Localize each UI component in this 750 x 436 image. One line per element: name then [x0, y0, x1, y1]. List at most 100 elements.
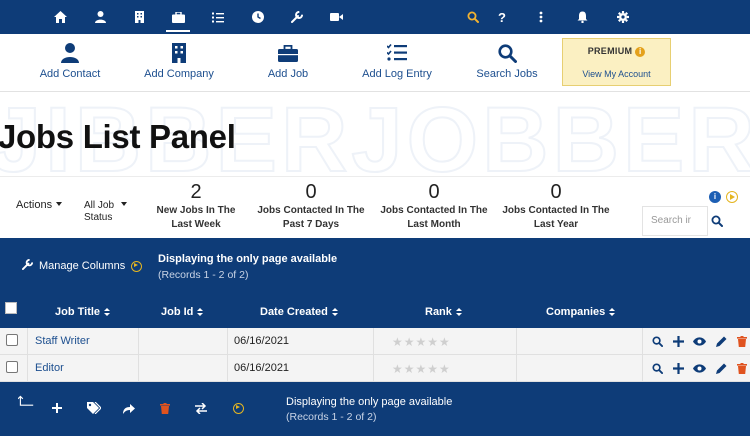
- top-nav: ?: [0, 0, 750, 34]
- table-footer: [0, 382, 750, 436]
- stat-label: Jobs Contacted In The Past 7 Days: [257, 205, 365, 230]
- bell-icon[interactable]: [568, 0, 596, 34]
- plus-icon[interactable]: [671, 334, 685, 348]
- stat-value: 0: [305, 181, 317, 203]
- search-jobs-label: Search Jobs: [476, 68, 538, 80]
- search-icon: [497, 42, 517, 64]
- search-icon[interactable]: [650, 334, 664, 348]
- trash-icon[interactable]: [735, 361, 749, 375]
- stat-label: New Jobs In The Last Week: [156, 205, 236, 230]
- col-rank[interactable]: Rank: [425, 306, 462, 318]
- pencil-icon[interactable]: [714, 361, 728, 375]
- corner-arrow-icon[interactable]: [18, 394, 34, 410]
- col-date-created[interactable]: Date Created: [260, 306, 338, 318]
- search-icon[interactable]: [711, 214, 727, 230]
- briefcase-icon[interactable]: [164, 0, 192, 34]
- pencil-icon[interactable]: [714, 334, 728, 348]
- manage-columns-button[interactable]: Manage Columns: [22, 259, 143, 273]
- trash-icon[interactable]: [735, 334, 749, 348]
- gear-icon[interactable]: [609, 0, 637, 34]
- eye-icon[interactable]: [692, 334, 706, 348]
- wrench-icon[interactable]: [283, 0, 311, 34]
- more-vertical-icon[interactable]: [527, 0, 555, 34]
- info-icon: i: [635, 47, 646, 57]
- video-icon[interactable]: [322, 0, 350, 34]
- sort-icon: [455, 308, 462, 316]
- job-status-filter[interactable]: All Job Status: [84, 200, 128, 224]
- stat-label: Jobs Contacted In The Last Year: [502, 205, 610, 230]
- pagination-status: Displaying the only page available: [158, 253, 338, 265]
- trash-icon[interactable]: [157, 400, 173, 416]
- user-icon: [61, 42, 79, 64]
- stat-value: 2: [190, 181, 202, 203]
- briefcase-icon: [278, 42, 298, 64]
- swap-icon[interactable]: [193, 400, 209, 416]
- premium-title: PREMIUM i: [563, 46, 670, 57]
- search-jobs-button[interactable]: Search Jobs: [467, 34, 547, 92]
- col-job-id[interactable]: Job Id: [161, 306, 204, 318]
- row-checkbox[interactable]: [6, 334, 18, 346]
- records-count: (Records 1 - 2 of 2): [158, 269, 249, 281]
- stat-contacted-week[interactable]: 0 Jobs Contacted In The Past 7 Days: [252, 181, 370, 232]
- rank-stars[interactable]: ★★★★★: [392, 335, 451, 349]
- stat-value: 0: [550, 181, 562, 203]
- share-icon[interactable]: [121, 400, 137, 416]
- pagination-status: Displaying the only page available: [286, 396, 453, 408]
- stat-value: 0: [428, 181, 440, 203]
- list-check-icon[interactable]: [204, 0, 232, 34]
- premium-account-box[interactable]: PREMIUM i View My Account: [562, 38, 671, 86]
- add-contact-label: Add Contact: [39, 68, 101, 80]
- page-title: Jobs List Panel: [0, 118, 236, 155]
- list-check-icon: [387, 42, 407, 64]
- add-company-label: Add Company: [144, 68, 214, 80]
- table-row: Staff Writer 06/16/2021 ★★★★★: [0, 328, 750, 355]
- play-icon[interactable]: [726, 191, 738, 203]
- sort-icon: [197, 308, 204, 316]
- rank-stars[interactable]: ★★★★★: [392, 362, 451, 376]
- search-icon[interactable]: [459, 0, 487, 34]
- select-all-checkbox[interactable]: [5, 302, 17, 314]
- add-company-button[interactable]: Add Company: [139, 34, 219, 92]
- home-icon[interactable]: [46, 0, 74, 34]
- col-companies[interactable]: Companies: [546, 306, 616, 318]
- wrench-icon: [22, 259, 33, 273]
- sort-icon: [609, 308, 616, 316]
- play-icon[interactable]: [230, 400, 246, 416]
- sort-icon: [331, 308, 338, 316]
- add-log-entry-button[interactable]: Add Log Entry: [357, 34, 437, 92]
- job-title-link[interactable]: Staff Writer: [35, 335, 90, 347]
- clock-icon[interactable]: [244, 0, 272, 34]
- add-log-entry-label: Add Log Entry: [362, 68, 432, 80]
- table-row: Editor 06/16/2021 ★★★★★: [0, 355, 750, 382]
- eye-icon[interactable]: [692, 361, 706, 375]
- col-job-title[interactable]: Job Title: [55, 306, 111, 318]
- plus-icon[interactable]: [671, 361, 685, 375]
- add-job-button[interactable]: Add Job: [248, 34, 328, 92]
- job-title-link[interactable]: Editor: [35, 362, 64, 374]
- stat-new-jobs[interactable]: 2 New Jobs In The Last Week: [137, 181, 255, 232]
- plus-icon[interactable]: [49, 400, 65, 416]
- view-my-account-link[interactable]: View My Account: [563, 69, 670, 79]
- tags-icon[interactable]: [86, 400, 102, 416]
- stats-row: Actions All Job Status 2 New Jobs In The…: [0, 176, 750, 238]
- table-header: Job Title Job Id Date Created Rank Compa…: [0, 294, 750, 328]
- search-input[interactable]: Search ir: [642, 206, 708, 236]
- play-icon: [131, 260, 143, 272]
- sort-icon: [104, 308, 111, 316]
- stat-contacted-year[interactable]: 0 Jobs Contacted In The Last Year: [497, 181, 615, 232]
- help-icon[interactable]: ?: [488, 0, 516, 34]
- stat-label: Jobs Contacted In The Last Month: [380, 205, 488, 230]
- add-job-label: Add Job: [267, 68, 309, 80]
- user-icon[interactable]: [86, 0, 114, 34]
- building-icon[interactable]: [125, 0, 153, 34]
- actions-dropdown[interactable]: Actions: [16, 199, 63, 211]
- date-created: 06/16/2021: [234, 362, 290, 374]
- row-checkbox[interactable]: [6, 361, 18, 373]
- info-icon[interactable]: i: [709, 191, 721, 203]
- search-icon[interactable]: [650, 361, 664, 375]
- records-count: (Records 1 - 2 of 2): [286, 411, 377, 423]
- caret-down-icon: [56, 202, 63, 206]
- stat-contacted-month[interactable]: 0 Jobs Contacted In The Last Month: [375, 181, 493, 232]
- date-created: 06/16/2021: [234, 335, 290, 347]
- add-contact-button[interactable]: Add Contact: [30, 34, 110, 92]
